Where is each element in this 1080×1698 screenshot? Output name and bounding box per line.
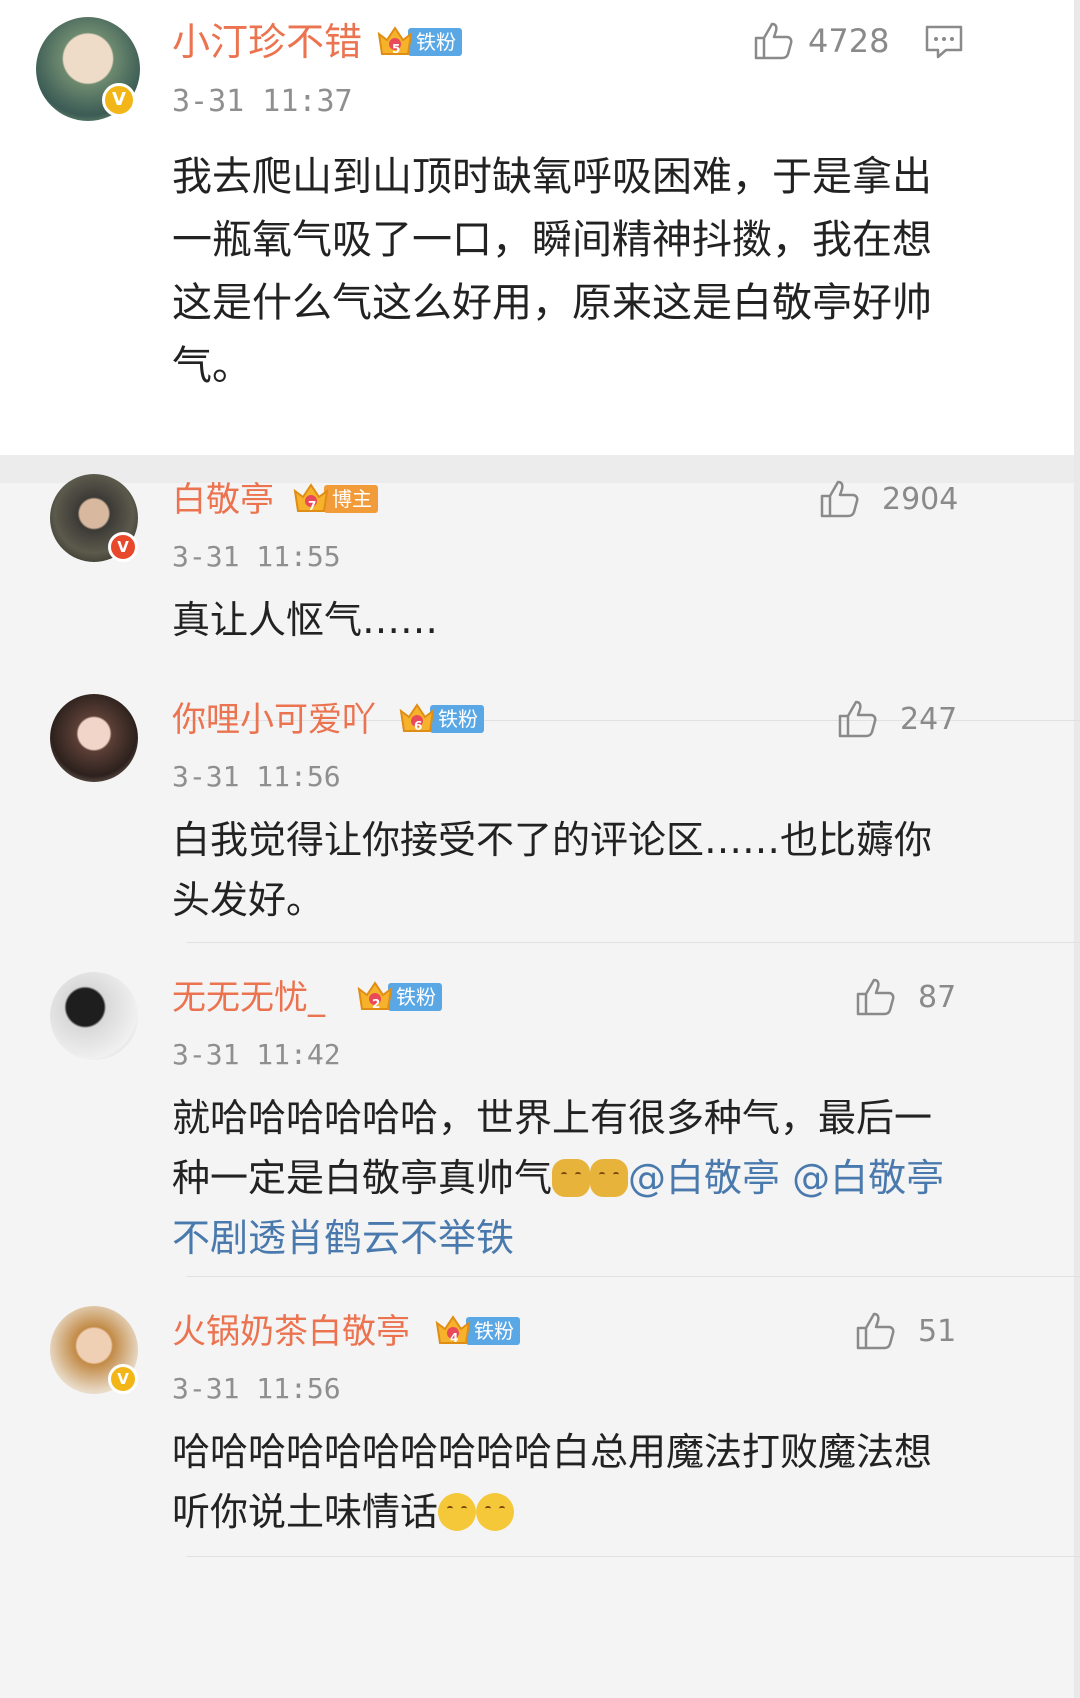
fan-tag: 铁粉 (388, 983, 442, 1011)
fan-tag: 铁粉 (466, 1317, 520, 1345)
thumbs-up-icon (856, 1312, 895, 1350)
username[interactable]: 小汀珍不错 (172, 18, 362, 66)
avatar[interactable]: V (50, 474, 138, 562)
fan-level: 7 (308, 499, 317, 513)
fan-tag: 博主 (324, 485, 378, 513)
crown-icon: 7 (292, 481, 330, 517)
timestamp: 3-31 11:56 (172, 760, 341, 793)
comment-text: 我去爬山到山顶时缺氧呼吸困难，于是拿出一瓶氧气吸了一口，瞬间精神抖擞，我在想这是… (172, 154, 932, 389)
like-button[interactable]: 51 (854, 1310, 956, 1352)
divider (186, 942, 1080, 943)
fan-badge[interactable]: 7 博主 (292, 481, 378, 517)
like-button[interactable]: 87 (854, 976, 956, 1018)
avatar[interactable] (50, 972, 138, 1060)
like-button[interactable]: 2904 (818, 478, 958, 520)
fan-level: 2 (372, 997, 381, 1011)
main-comment: V 小汀珍不错 5 铁粉 3-31 11:37 4728 我去爬山到山顶时缺氧呼… (0, 0, 1080, 455)
fan-level: 6 (414, 719, 423, 733)
verified-badge-icon: V (102, 83, 136, 117)
username[interactable]: 你哩小可爱吖 (172, 698, 376, 742)
avatar[interactable] (50, 694, 138, 782)
fan-badge[interactable]: 5 铁粉 (376, 24, 462, 60)
crown-icon: 2 (356, 979, 394, 1015)
fan-level: 4 (450, 1331, 459, 1345)
like-button[interactable]: 4728 (752, 20, 889, 62)
mention-link[interactable]: @白敬亭 (628, 1156, 780, 1200)
comment-text-body: 哈哈哈哈哈哈哈哈哈哈白总用魔法打败魔法想听你说土味情话 (172, 1430, 933, 1534)
username[interactable]: 白敬亭 (172, 478, 274, 522)
like-count: 4728 (808, 22, 890, 60)
fan-level: 5 (392, 42, 401, 56)
avatar[interactable]: V (50, 1306, 138, 1394)
avatar[interactable]: V (36, 17, 140, 121)
comment-text: 白我觉得让你接受不了的评论区……也比薅你头发好。 (172, 818, 933, 922)
crown-icon: 4 (434, 1313, 472, 1349)
divider (186, 1276, 1080, 1277)
username[interactable]: 火锅奶茶白敬亭 (172, 1310, 410, 1354)
username[interactable]: 无无无忧_ (172, 976, 325, 1020)
crown-icon: 6 (398, 701, 436, 737)
timestamp: 3-31 11:55 (172, 540, 341, 573)
like-count: 51 (918, 1313, 957, 1349)
kiss-emoji-icon (476, 1493, 515, 1531)
divider (186, 1556, 1080, 1557)
scrollbar-track[interactable] (1074, 0, 1080, 1698)
avatar-image (50, 694, 138, 782)
doge-emoji-icon (590, 1159, 629, 1197)
comment-text: 真让人怄气…… (172, 598, 439, 642)
verified-badge-icon: V (108, 1364, 138, 1394)
timestamp: 3-31 11:37 (172, 84, 353, 119)
timestamp: 3-31 11:56 (172, 1372, 341, 1405)
like-count: 247 (900, 701, 958, 737)
verified-badge-icon: V (108, 532, 138, 562)
fan-tag: 铁粉 (430, 705, 484, 733)
thumbs-up-icon (838, 700, 877, 738)
like-count: 2904 (882, 481, 959, 517)
fan-badge[interactable]: 2 铁粉 (356, 979, 442, 1015)
thumbs-up-icon (754, 22, 793, 60)
avatar-image (50, 972, 138, 1060)
kiss-emoji-icon (438, 1493, 477, 1531)
fan-badge[interactable]: 6 铁粉 (398, 701, 484, 737)
fan-badge[interactable]: 4 铁粉 (434, 1313, 520, 1349)
crown-icon: 5 (376, 24, 414, 60)
thumbs-up-icon (856, 978, 895, 1016)
like-button[interactable]: 247 (836, 698, 957, 740)
comment-text: 哈哈哈哈哈哈哈哈哈哈白总用魔法打败魔法想听你说土味情话 (172, 1422, 952, 1542)
comment-text: 就哈哈哈哈哈哈，世界上有很多种气，最后一种一定是白敬亭真帅气 @白敬亭 @白敬亭不… (172, 1088, 952, 1268)
timestamp: 3-31 11:42 (172, 1038, 341, 1071)
reply-button[interactable] (924, 24, 964, 60)
thumbs-up-icon (820, 480, 859, 518)
comment-icon (925, 25, 963, 59)
fan-tag: 铁粉 (408, 28, 462, 56)
doge-emoji-icon (552, 1159, 591, 1197)
like-count: 87 (918, 979, 957, 1015)
